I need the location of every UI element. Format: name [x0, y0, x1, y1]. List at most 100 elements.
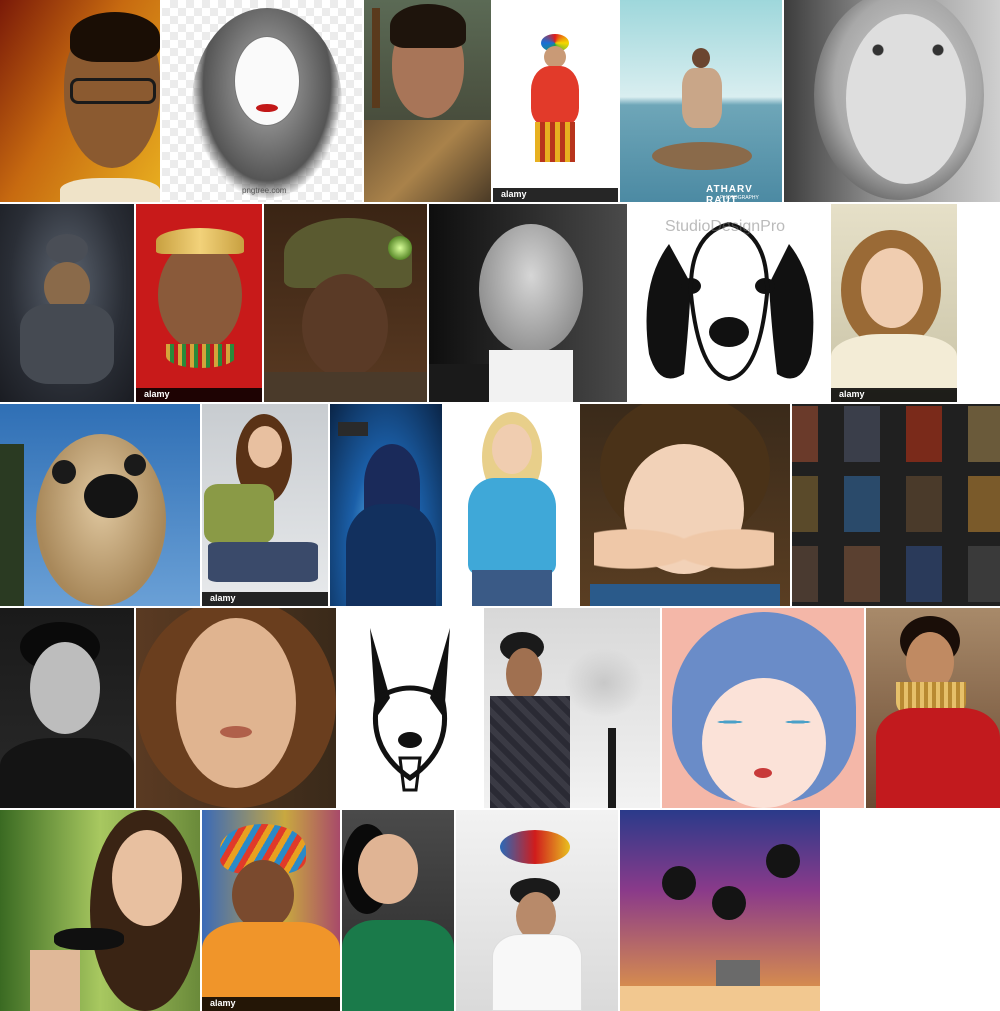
necklace-shape [166, 344, 236, 368]
face-shape [544, 46, 566, 68]
shirt-shape [0, 738, 134, 808]
man-turban-smiling[interactable]: alamy [202, 810, 340, 1011]
hands-shape [594, 504, 774, 594]
thumb-7[interactable] [906, 476, 942, 532]
hooded-wizard-hammer-art[interactable] [330, 404, 442, 606]
face-shape [506, 648, 542, 700]
anime-girl-blue-hair[interactable] [662, 608, 864, 808]
face-shape [861, 248, 923, 328]
fantasy-dwarf-warrior-art[interactable] [0, 204, 134, 402]
clown-suit-shape [531, 66, 579, 126]
thumb-11[interactable] [906, 546, 942, 602]
portrait-girl-cozy-sweater[interactable]: alamy [831, 204, 957, 402]
woman-with-sunglasses-outdoor[interactable] [0, 810, 200, 1011]
hair-shape [390, 4, 466, 48]
thumb-1[interactable] [792, 406, 818, 462]
shirt-shape [468, 478, 556, 574]
character-1-head [662, 866, 696, 900]
man-and-parrot[interactable] [456, 810, 618, 1011]
bride-traditional-jewelry[interactable] [866, 608, 1000, 808]
log-shape [652, 142, 752, 170]
portrait-woman-brown-hair[interactable] [136, 608, 336, 808]
thumb-9[interactable] [792, 546, 818, 602]
man-crouching-on-log-lake[interactable]: Atharv Raut PHOTOGRAPHY [620, 0, 782, 202]
hammer-shape [338, 422, 368, 436]
thumb-6[interactable] [844, 476, 880, 532]
thumb-2[interactable] [844, 406, 880, 462]
girl-hands-on-face[interactable] [580, 404, 790, 606]
sketch-woman-long-hair[interactable]: pngtree.com [162, 0, 362, 202]
thumbnail-grid-fantasy[interactable] [792, 404, 1000, 606]
shepherd-drawing [370, 628, 450, 792]
atharv-sub-watermark: PHOTOGRAPHY [720, 195, 759, 201]
face-shape [702, 678, 826, 808]
shirt-shape [204, 484, 274, 544]
thumb-5[interactable] [792, 476, 818, 532]
glasses-shape [70, 78, 156, 104]
shoulders-shape [264, 372, 427, 402]
floor-shape [620, 986, 820, 1011]
robe-shape [346, 504, 436, 606]
man-smoking-pipe-camera[interactable] [484, 608, 660, 808]
beagle-stencil-illustration[interactable]: StudioDesignPro [629, 204, 829, 402]
smoke-shape [564, 648, 644, 718]
jacket-shape [490, 696, 570, 808]
face-shape [232, 860, 294, 930]
studio-watermark: StudioDesignPro [665, 218, 786, 235]
face-shape [358, 834, 418, 904]
red-dress-shape [876, 708, 1000, 808]
blonde-girl-blue-shirt[interactable] [444, 404, 578, 606]
body-shape [682, 68, 722, 128]
character-3-head [766, 844, 800, 878]
face-shape [30, 642, 100, 734]
clown-pants-shape [535, 122, 575, 162]
thumb-8[interactable] [968, 476, 1000, 532]
dress-shape [342, 920, 454, 1011]
thumb-3[interactable] [906, 406, 942, 462]
thumb-12[interactable] [968, 546, 1000, 602]
tree-left-shape [0, 444, 24, 606]
armor-shape [364, 120, 491, 202]
girl-sitting-on-steps[interactable]: alamy [202, 404, 328, 606]
portrait-girl-red-headscarf[interactable]: alamy [136, 204, 262, 402]
sunglasses-shape [54, 928, 124, 950]
portrait-miner-helmet[interactable] [264, 204, 427, 402]
character-2-head [712, 886, 746, 920]
helmet-shape [46, 234, 88, 264]
hair-shape [70, 12, 160, 62]
meerkat-eye-left [52, 460, 76, 484]
coat-shape [429, 364, 489, 402]
sword-hilt-shape [372, 8, 380, 108]
jeans-shape [208, 542, 318, 582]
lips-shape [220, 726, 252, 738]
portrait-man-armor[interactable] [364, 0, 491, 202]
meerkat-nose-shape [84, 474, 138, 518]
face-sketch-shape [234, 36, 300, 126]
collar-shape [489, 350, 573, 402]
face-shape [302, 274, 388, 378]
eyes-shape [866, 44, 950, 56]
woman-laughing-green-dress[interactable] [342, 810, 454, 1011]
bw-portrait-young-man[interactable] [0, 608, 134, 808]
headpiece-shape [156, 228, 244, 254]
alamy-watermark-bar: alamy [493, 188, 618, 202]
bw-portrait-child[interactable] [784, 0, 1000, 202]
armor-shape [20, 304, 114, 384]
face-shape [492, 424, 532, 474]
german-shepherd-line-art[interactable] [338, 608, 482, 808]
face-shape [112, 830, 182, 926]
cartoon-characters-stage[interactable] [620, 810, 820, 1011]
clown-man-standing[interactable]: alamy [493, 0, 618, 202]
alamy-watermark-bar: alamy [202, 997, 340, 1011]
hand-shape [30, 950, 80, 1011]
sweater-shape [831, 334, 957, 390]
meerkat-closeup[interactable] [0, 404, 200, 606]
bw-engraving-portrait-man[interactable] [429, 204, 627, 402]
lips-shape [256, 104, 278, 112]
thumb-10[interactable] [844, 546, 880, 602]
thumb-4[interactable] [968, 406, 1000, 462]
meerkat-head-shape [36, 434, 166, 606]
portrait-man-glasses-painting[interactable] [0, 0, 160, 202]
face-shape [516, 892, 556, 940]
face-shape [176, 618, 296, 788]
